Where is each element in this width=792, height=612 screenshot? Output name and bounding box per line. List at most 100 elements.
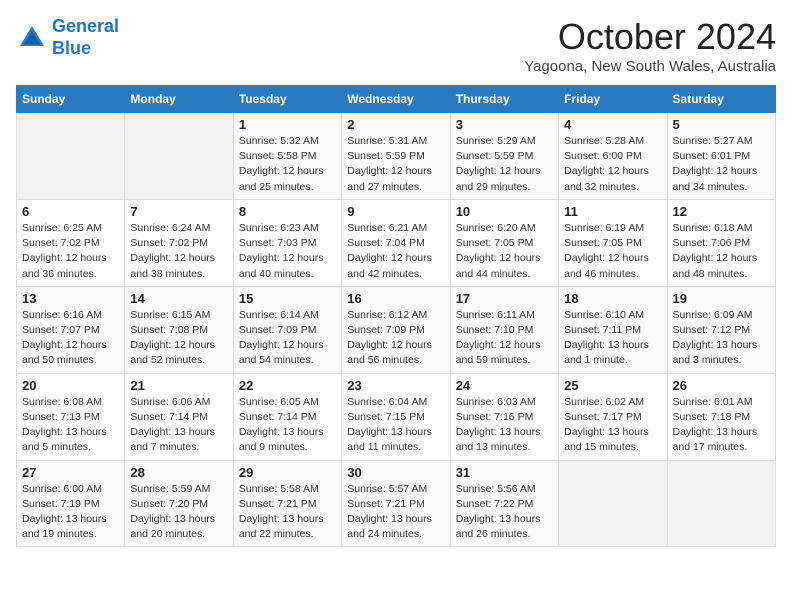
day-info: Sunrise: 6:14 AM Sunset: 7:09 PM Dayligh… (239, 308, 336, 369)
day-number: 18 (564, 291, 661, 306)
day-number: 17 (456, 291, 553, 306)
day-number: 2 (347, 117, 444, 132)
calendar-cell: 8 Sunrise: 6:23 AM Sunset: 7:03 PM Daylig… (233, 199, 341, 286)
calendar-cell: 9 Sunrise: 6:21 AM Sunset: 7:04 PM Daylig… (342, 199, 450, 286)
calendar-cell: 16 Sunrise: 6:12 AM Sunset: 7:09 PM Dayli… (342, 286, 450, 373)
calendar-cell: 24 Sunrise: 6:03 AM Sunset: 7:16 PM Dayli… (450, 373, 558, 460)
day-number: 8 (239, 204, 336, 219)
day-info: Sunrise: 6:24 AM Sunset: 7:02 PM Dayligh… (130, 221, 227, 282)
calendar-cell: 27Sunrise: 6:00 AM Sunset: 7:19 PM Dayli… (17, 460, 125, 547)
day-info: Sunrise: 5:58 AM Sunset: 7:21 PM Dayligh… (239, 482, 336, 543)
day-number: 28 (130, 465, 227, 480)
calendar-cell: 18 Sunrise: 6:10 AM Sunset: 7:11 PM Dayli… (559, 286, 667, 373)
day-number: 31 (456, 465, 553, 480)
location: Yagoona, New South Wales, Australia (524, 58, 776, 75)
day-info: Sunrise: 5:28 AM Sunset: 6:00 PM Dayligh… (564, 134, 661, 195)
calendar-cell (667, 460, 775, 547)
day-number: 15 (239, 291, 336, 306)
day-of-week-monday: Monday (125, 86, 233, 113)
calendar-table: SundayMondayTuesdayWednesdayThursdayFrid… (16, 85, 776, 547)
day-number: 9 (347, 204, 444, 219)
day-info: Sunrise: 6:08 AM Sunset: 7:13 PM Dayligh… (22, 395, 119, 456)
calendar-cell: 30Sunrise: 5:57 AM Sunset: 7:21 PM Dayli… (342, 460, 450, 547)
day-info: Sunrise: 6:15 AM Sunset: 7:08 PM Dayligh… (130, 308, 227, 369)
calendar-cell: 1 Sunrise: 5:32 AM Sunset: 5:58 PM Daylig… (233, 113, 341, 200)
day-info: Sunrise: 6:19 AM Sunset: 7:05 PM Dayligh… (564, 221, 661, 282)
calendar-cell: 12 Sunrise: 6:18 AM Sunset: 7:06 PM Dayli… (667, 199, 775, 286)
day-number: 20 (22, 378, 119, 393)
day-number: 26 (673, 378, 770, 393)
logo-line1: General (52, 16, 119, 36)
logo-icon (16, 22, 48, 54)
calendar-cell (559, 460, 667, 547)
day-number: 12 (673, 204, 770, 219)
day-info: Sunrise: 6:03 AM Sunset: 7:16 PM Dayligh… (456, 395, 553, 456)
day-info: Sunrise: 6:04 AM Sunset: 7:15 PM Dayligh… (347, 395, 444, 456)
week-row-1: 1 Sunrise: 5:32 AM Sunset: 5:58 PM Daylig… (17, 113, 776, 200)
day-info: Sunrise: 5:27 AM Sunset: 6:01 PM Dayligh… (673, 134, 770, 195)
day-of-week-tuesday: Tuesday (233, 86, 341, 113)
day-info: Sunrise: 5:29 AM Sunset: 5:59 PM Dayligh… (456, 134, 553, 195)
day-info: Sunrise: 6:18 AM Sunset: 7:06 PM Dayligh… (673, 221, 770, 282)
logo: General Blue (16, 16, 119, 59)
week-row-3: 13Sunrise: 6:16 AM Sunset: 7:07 PM Dayli… (17, 286, 776, 373)
day-info: Sunrise: 6:10 AM Sunset: 7:11 PM Dayligh… (564, 308, 661, 369)
logo-line2: Blue (52, 38, 91, 58)
day-info: Sunrise: 5:56 AM Sunset: 7:22 PM Dayligh… (456, 482, 553, 543)
calendar-cell: 29 Sunrise: 5:58 AM Sunset: 7:21 PM Dayli… (233, 460, 341, 547)
calendar-cell (125, 113, 233, 200)
calendar-cell: 19 Sunrise: 6:09 AM Sunset: 7:12 PM Dayli… (667, 286, 775, 373)
day-info: Sunrise: 6:09 AM Sunset: 7:12 PM Dayligh… (673, 308, 770, 369)
day-number: 7 (130, 204, 227, 219)
day-info: Sunrise: 6:01 AM Sunset: 7:18 PM Dayligh… (673, 395, 770, 456)
day-info: Sunrise: 6:02 AM Sunset: 7:17 PM Dayligh… (564, 395, 661, 456)
day-info: Sunrise: 5:32 AM Sunset: 5:58 PM Dayligh… (239, 134, 336, 195)
day-of-week-saturday: Saturday (667, 86, 775, 113)
day-number: 11 (564, 204, 661, 219)
day-number: 23 (347, 378, 444, 393)
logo-text: General Blue (52, 16, 119, 59)
calendar-header-row: SundayMondayTuesdayWednesdayThursdayFrid… (17, 86, 776, 113)
day-info: Sunrise: 6:11 AM Sunset: 7:10 PM Dayligh… (456, 308, 553, 369)
day-of-week-friday: Friday (559, 86, 667, 113)
day-info: Sunrise: 5:31 AM Sunset: 5:59 PM Dayligh… (347, 134, 444, 195)
day-number: 19 (673, 291, 770, 306)
day-number: 16 (347, 291, 444, 306)
day-info: Sunrise: 6:12 AM Sunset: 7:09 PM Dayligh… (347, 308, 444, 369)
calendar-cell: 17 Sunrise: 6:11 AM Sunset: 7:10 PM Dayli… (450, 286, 558, 373)
day-info: Sunrise: 6:20 AM Sunset: 7:05 PM Dayligh… (456, 221, 553, 282)
week-row-5: 27Sunrise: 6:00 AM Sunset: 7:19 PM Dayli… (17, 460, 776, 547)
day-number: 3 (456, 117, 553, 132)
day-number: 24 (456, 378, 553, 393)
day-number: 13 (22, 291, 119, 306)
calendar-cell: 25Sunrise: 6:02 AM Sunset: 7:17 PM Dayli… (559, 373, 667, 460)
title-block: October 2024 Yagoona, New South Wales, A… (524, 16, 776, 75)
day-number: 22 (239, 378, 336, 393)
calendar-cell: 13Sunrise: 6:16 AM Sunset: 7:07 PM Dayli… (17, 286, 125, 373)
calendar-cell: 20 Sunrise: 6:08 AM Sunset: 7:13 PM Dayli… (17, 373, 125, 460)
day-number: 1 (239, 117, 336, 132)
week-row-2: 6Sunrise: 6:25 AM Sunset: 7:02 PM Daylig… (17, 199, 776, 286)
page-header: General Blue October 2024 Yagoona, New S… (16, 16, 776, 75)
day-number: 10 (456, 204, 553, 219)
month-title: October 2024 (524, 16, 776, 58)
day-number: 27 (22, 465, 119, 480)
day-info: Sunrise: 6:21 AM Sunset: 7:04 PM Dayligh… (347, 221, 444, 282)
calendar-cell: 15 Sunrise: 6:14 AM Sunset: 7:09 PM Dayli… (233, 286, 341, 373)
calendar-cell: 21Sunrise: 6:06 AM Sunset: 7:14 PM Dayli… (125, 373, 233, 460)
day-number: 14 (130, 291, 227, 306)
calendar-cell: 28 Sunrise: 5:59 AM Sunset: 7:20 PM Dayli… (125, 460, 233, 547)
calendar-cell: 26 Sunrise: 6:01 AM Sunset: 7:18 PM Dayli… (667, 373, 775, 460)
day-info: Sunrise: 5:59 AM Sunset: 7:20 PM Dayligh… (130, 482, 227, 543)
calendar-cell: 5Sunrise: 5:27 AM Sunset: 6:01 PM Daylig… (667, 113, 775, 200)
calendar-cell: 11 Sunrise: 6:19 AM Sunset: 7:05 PM Dayli… (559, 199, 667, 286)
calendar-cell: 14 Sunrise: 6:15 AM Sunset: 7:08 PM Dayli… (125, 286, 233, 373)
day-number: 29 (239, 465, 336, 480)
calendar-cell: 23 Sunrise: 6:04 AM Sunset: 7:15 PM Dayli… (342, 373, 450, 460)
day-info: Sunrise: 6:23 AM Sunset: 7:03 PM Dayligh… (239, 221, 336, 282)
calendar-cell: 4Sunrise: 5:28 AM Sunset: 6:00 PM Daylig… (559, 113, 667, 200)
day-info: Sunrise: 6:05 AM Sunset: 7:14 PM Dayligh… (239, 395, 336, 456)
calendar-cell: 10 Sunrise: 6:20 AM Sunset: 7:05 PM Dayli… (450, 199, 558, 286)
day-number: 21 (130, 378, 227, 393)
day-of-week-thursday: Thursday (450, 86, 558, 113)
